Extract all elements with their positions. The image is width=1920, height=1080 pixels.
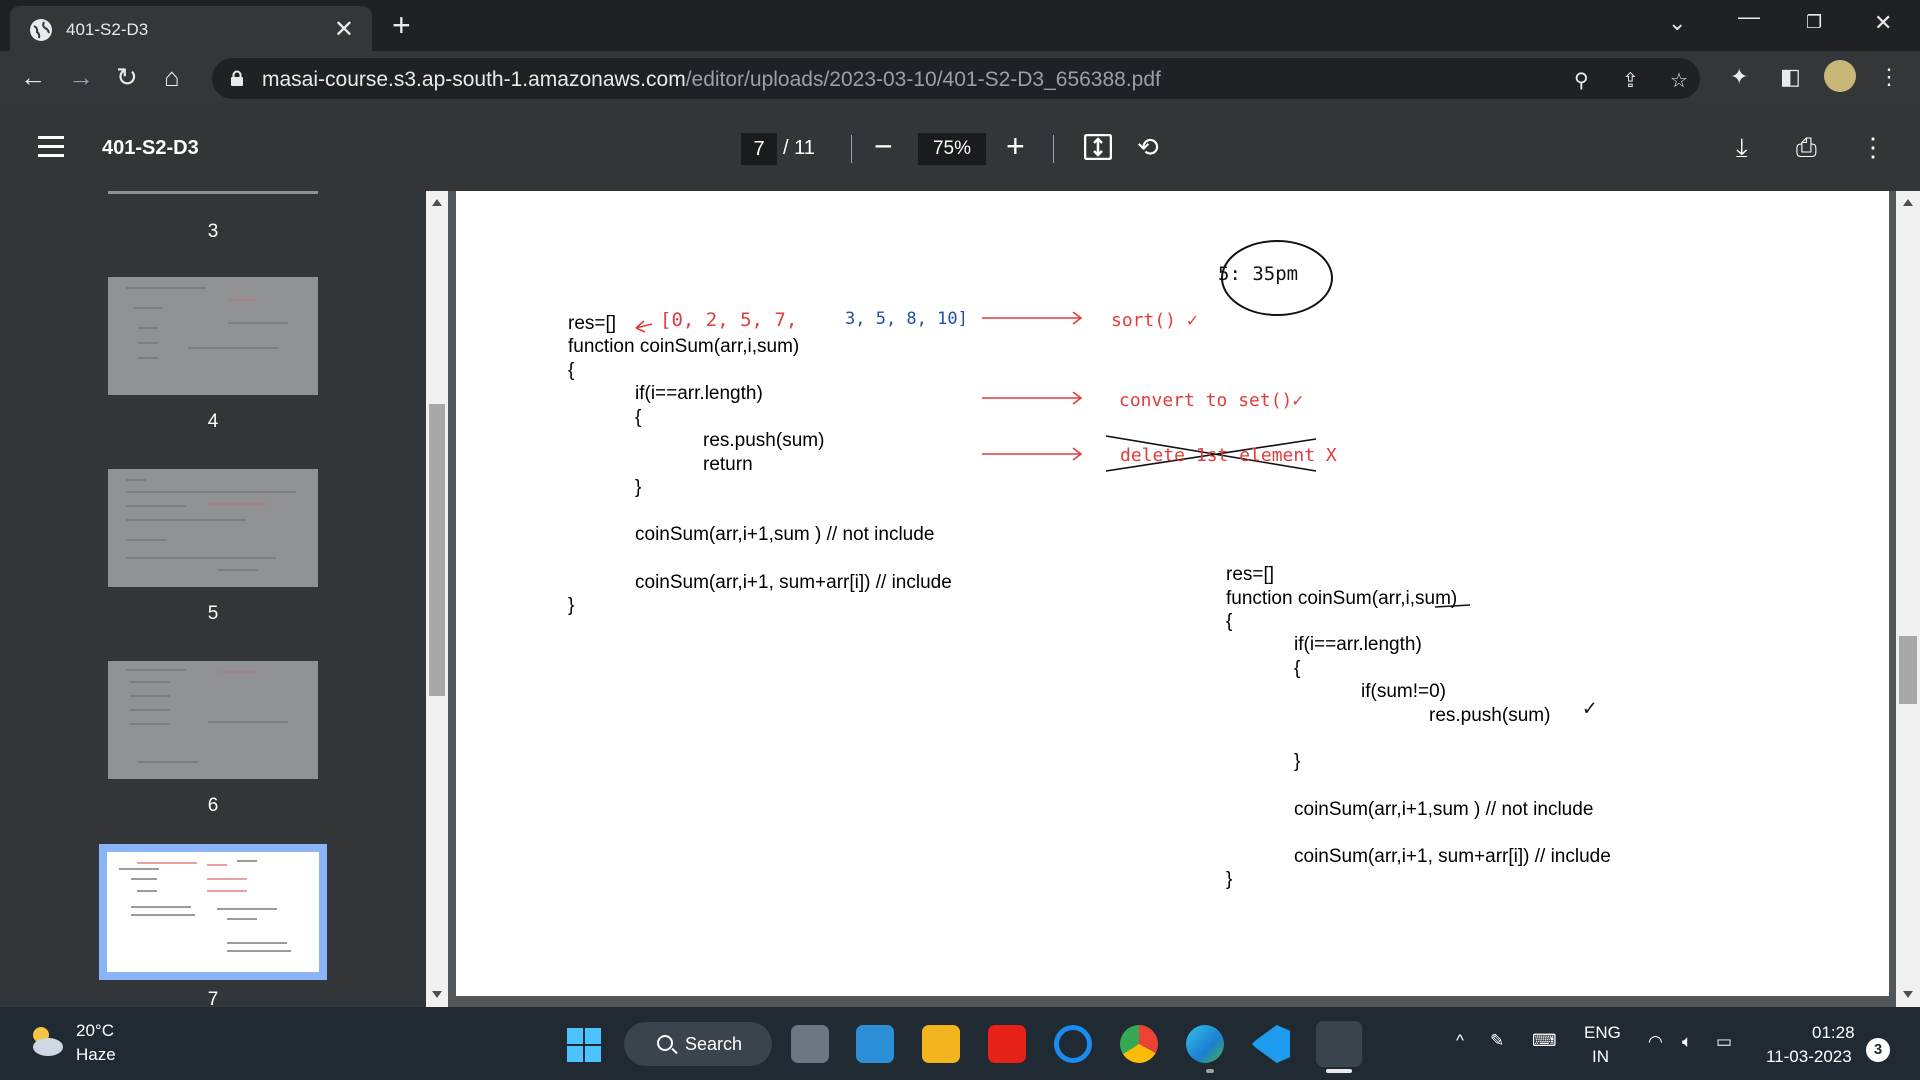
document-title: 401-S2-D3 (102, 137, 199, 159)
notification-badge[interactable]: 3 (1866, 1038, 1890, 1062)
zoom-icon[interactable]: ⚲ (1574, 68, 1589, 93)
weather-cloud-icon[interactable] (26, 1023, 66, 1064)
thumbnail-label: 5 (207, 603, 219, 624)
thumbnail-label: 3 (207, 221, 219, 242)
thumbnail-label: 7 (207, 989, 219, 1007)
array-note-red: [0, 2, 5, 7, (660, 309, 798, 331)
set-note: convert to set()✓ (1119, 390, 1304, 411)
new-tab-button[interactable]: + (392, 8, 411, 42)
download-icon[interactable]: ⤓ (1736, 132, 1748, 164)
window-close-button[interactable]: ✕ (1874, 10, 1892, 36)
wifi-icon[interactable]: ◠ (1648, 1032, 1663, 1052)
chrome-profile-icon-active[interactable] (1316, 1021, 1362, 1067)
sidebar-scroll-thumb[interactable] (429, 404, 445, 696)
globe-icon (30, 19, 52, 41)
bookmark-star-icon[interactable]: ☆ (1670, 68, 1688, 93)
pdf-more-icon[interactable]: ⋮ (1860, 132, 1886, 163)
task-view-icon[interactable] (791, 1025, 829, 1063)
file-explorer-icon[interactable] (922, 1025, 960, 1063)
photos-app-icon[interactable] (856, 1025, 894, 1063)
language-top[interactable]: ENG (1584, 1023, 1621, 1043)
address-bar[interactable]: masai-course.s3.ap-south-1.amazonaws.com… (212, 58, 1700, 99)
browser-tab-strip: 401-S2-D3 ✕ + ⌄ — ❐ ✕ (0, 0, 1920, 51)
minimize-button[interactable]: — (1738, 4, 1760, 30)
time-note: 5: 35pm (1218, 263, 1299, 285)
sort-note: sort() ✓ (1111, 310, 1198, 331)
tray-overflow-icon[interactable]: ^ (1456, 1031, 1464, 1051)
thumbnail-page-7-selected[interactable] (99, 844, 327, 980)
youtube-app-icon[interactable] (988, 1025, 1026, 1063)
tab-search-icon[interactable]: ⌄ (1668, 10, 1686, 36)
zoom-out-button[interactable]: − (874, 128, 893, 165)
share-icon[interactable]: ⇪ (1622, 68, 1639, 93)
thumbnail-page-3[interactable] (108, 191, 318, 194)
profile-avatar[interactable] (1824, 60, 1856, 92)
edge-icon[interactable] (1186, 1025, 1224, 1063)
chrome-icon[interactable] (1120, 1025, 1158, 1063)
zoom-in-button[interactable]: + (1006, 128, 1025, 165)
home-button[interactable]: ⌂ (164, 63, 180, 91)
scroll-up-arrow-icon[interactable] (1903, 199, 1913, 206)
tab-title: 401-S2-D3 (66, 20, 149, 39)
pen-input-icon[interactable]: ✎ (1490, 1031, 1504, 1051)
rotate-icon[interactable]: ⟲ (1137, 132, 1159, 163)
thumbnail-label: 4 (207, 411, 219, 432)
extensions-icon[interactable]: ✦ (1730, 64, 1748, 90)
page-number-input[interactable]: 7 (741, 133, 777, 165)
hamburger-menu-icon[interactable] (38, 136, 64, 163)
browser-toolbar: ← → ↻ ⌂ masai-course.s3.ap-south-1.amazo… (0, 51, 1920, 106)
forward-button[interactable]: → (68, 63, 94, 91)
page-scrollbar[interactable] (1896, 191, 1920, 1007)
check-mark: ✓ (1583, 696, 1597, 721)
url-text: masai-course.s3.ap-south-1.amazonaws.com… (262, 68, 1161, 91)
active-indicator (1326, 1069, 1352, 1073)
scroll-down-arrow-icon[interactable] (1903, 991, 1913, 998)
vscode-icon[interactable] (1252, 1025, 1290, 1063)
pdf-page: res=[] function coinSum(arr,i,sum) { if(… (456, 191, 1889, 996)
taskbar-search[interactable]: Search (624, 1022, 772, 1066)
back-button[interactable]: ← (20, 63, 46, 91)
zoom-level-input[interactable]: 75% (918, 133, 986, 165)
clock-time[interactable]: 01:28 (1812, 1023, 1855, 1043)
weather-temperature[interactable]: 20°C (76, 1021, 114, 1041)
windows-taskbar: 20°C Haze Search ^ ✎ ⌨ ENG IN ◠ 🔈︎ ▭ 01:… (0, 1007, 1920, 1080)
cortana-icon[interactable] (1054, 1025, 1092, 1063)
fit-page-icon[interactable] (1083, 133, 1113, 167)
side-panel-icon[interactable]: ◧ (1780, 64, 1801, 90)
touch-keyboard-icon[interactable]: ⌨ (1532, 1031, 1557, 1051)
restore-button[interactable]: ❐ (1806, 12, 1822, 33)
thumbnail-label: 6 (207, 795, 219, 816)
volume-icon[interactable]: 🔈︎ (1682, 1032, 1692, 1052)
scroll-up-arrow-icon[interactable] (432, 199, 442, 206)
running-indicator (1206, 1069, 1214, 1073)
weather-condition[interactable]: Haze (76, 1045, 116, 1065)
thumbnail-page-5[interactable] (108, 469, 318, 587)
delete-note: delete 1st element X (1120, 445, 1337, 466)
search-icon (657, 1035, 673, 1051)
search-label: Search (685, 1034, 743, 1054)
clock-date[interactable]: 11-03-2023 (1766, 1047, 1852, 1067)
lock-icon[interactable] (230, 70, 244, 86)
page-total: / 11 (783, 137, 815, 159)
browser-menu-icon[interactable]: ⋮ (1878, 64, 1900, 90)
pdf-toolbar: 401-S2-D3 7 / 11 − 75% + ⟲ ⤓ ⎙ ⋮ (0, 106, 1920, 191)
battery-icon[interactable]: ▭ (1716, 1032, 1732, 1052)
browser-tab[interactable]: 401-S2-D3 ✕ (10, 6, 372, 51)
print-icon[interactable]: ⎙ (1796, 132, 1817, 164)
scroll-down-arrow-icon[interactable] (432, 991, 442, 998)
toolbar-divider (851, 135, 852, 163)
thumbnail-page-4[interactable] (108, 277, 318, 395)
pdf-viewport: res=[] function coinSum(arr,i,sum) { if(… (448, 191, 1896, 1007)
thumbnail-page-6[interactable] (108, 661, 318, 779)
language-bottom[interactable]: IN (1592, 1047, 1609, 1067)
thumbnail-sidebar: 3 4 5 6 7 (0, 191, 430, 1007)
reload-button[interactable]: ↻ (116, 63, 138, 91)
sidebar-scrollbar[interactable] (426, 191, 448, 1007)
page-scroll-thumb[interactable] (1899, 636, 1917, 704)
tab-close-icon[interactable]: ✕ (334, 15, 354, 44)
windows-start-icon[interactable] (567, 1028, 601, 1062)
array-note-blue: 3, 5, 8, 10] (845, 309, 968, 329)
toolbar-divider (1053, 135, 1054, 163)
